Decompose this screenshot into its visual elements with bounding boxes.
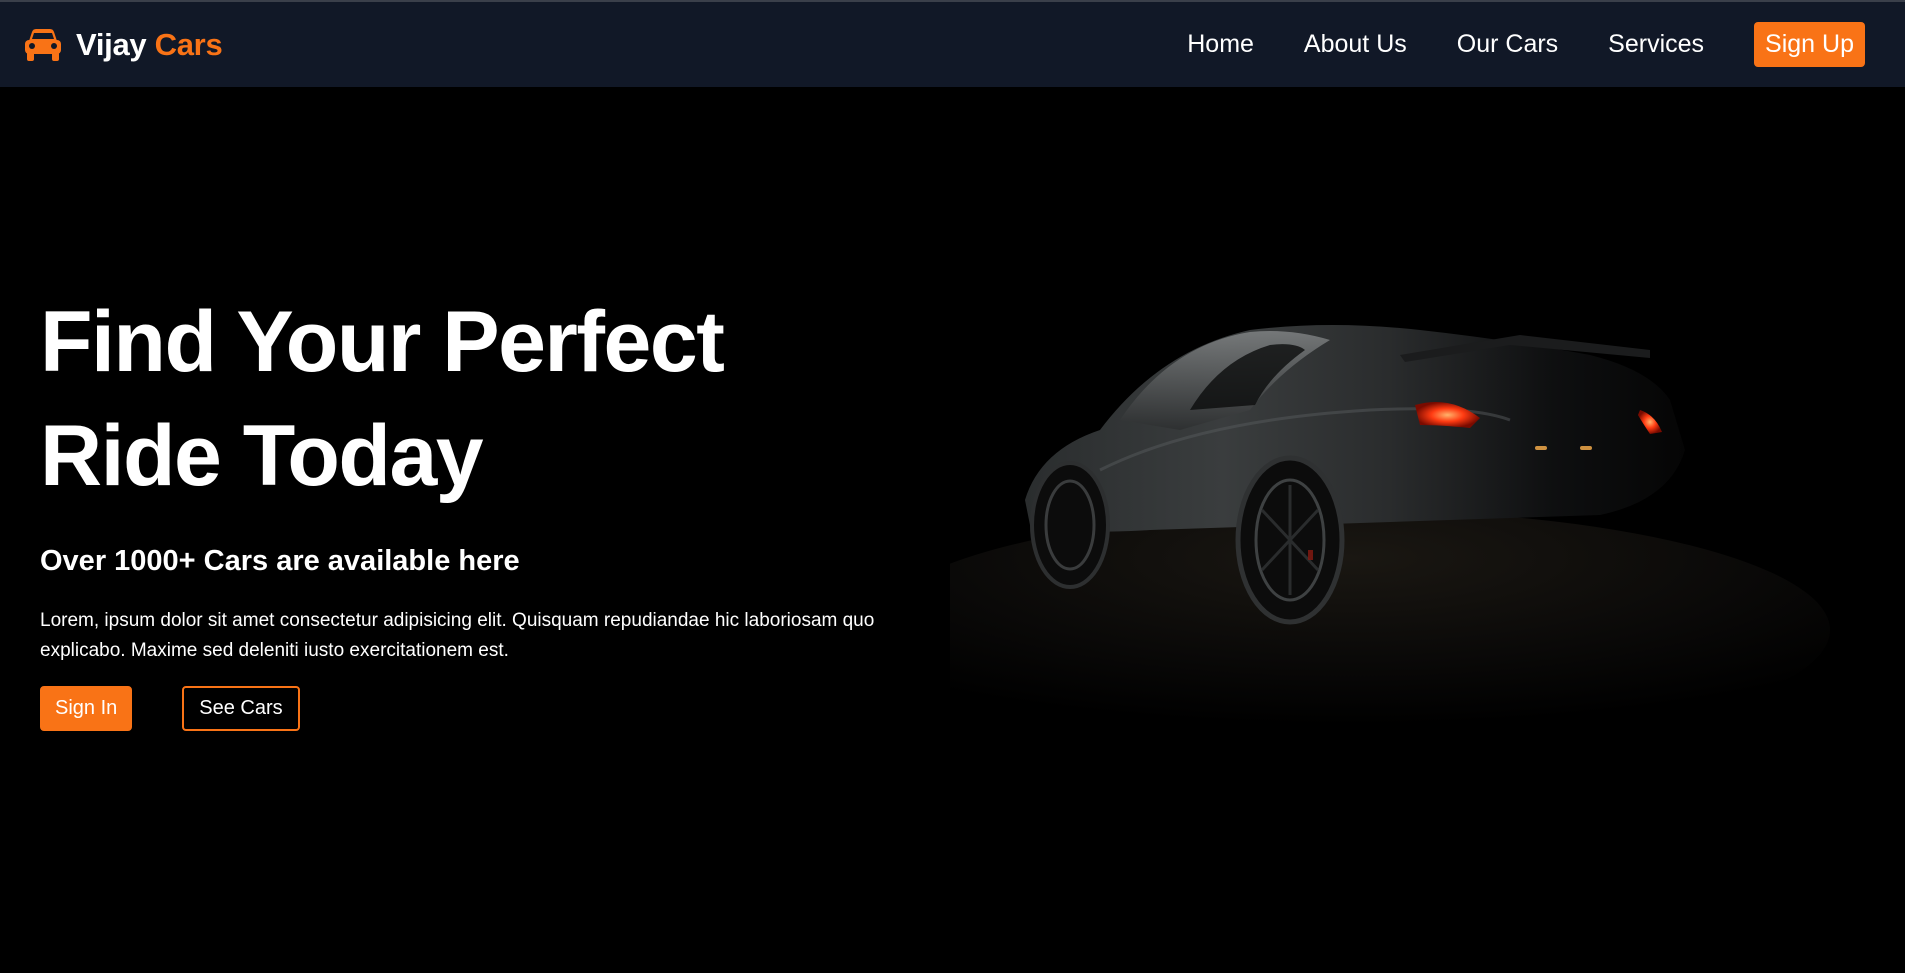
nav-links: Home About Us Our Cars Services Sign Up (1187, 22, 1865, 67)
hero-title-line1: Find Your Perfect (40, 294, 725, 390)
nav-link-services[interactable]: Services (1608, 30, 1704, 59)
hero-subtitle: Over 1000+ Cars are available here (40, 545, 520, 577)
sign-up-button[interactable]: Sign Up (1754, 22, 1865, 67)
brand-logo-link[interactable]: Vijay Cars (24, 26, 223, 63)
page: Vijay Cars Home About Us Our Cars Servic… (0, 0, 1905, 973)
nav-link-about-us[interactable]: About Us (1304, 30, 1407, 59)
hero-actions: Sign In See Cars (40, 686, 940, 731)
car-icon (24, 28, 62, 62)
hero-car-image (870, 300, 1860, 800)
nav-link-our-cars[interactable]: Our Cars (1457, 30, 1558, 59)
navbar: Vijay Cars Home About Us Our Cars Servic… (0, 0, 1905, 87)
brand-name: Vijay Cars (76, 26, 223, 63)
sign-in-button[interactable]: Sign In (40, 686, 133, 731)
hero-section: Find Your Perfect Ride Today Over 1000+ … (40, 285, 940, 731)
hero-title: Find Your Perfect Ride Today (40, 285, 940, 513)
hero-title-line2: Ride Today (40, 408, 484, 504)
hero-description: Lorem, ipsum dolor sit amet consectetur … (40, 610, 875, 661)
nav-link-home[interactable]: Home (1187, 30, 1254, 59)
see-cars-button[interactable]: See Cars (182, 686, 300, 731)
brand-name-main: Vijay (76, 26, 147, 62)
brand-name-accent: Cars (154, 26, 223, 62)
